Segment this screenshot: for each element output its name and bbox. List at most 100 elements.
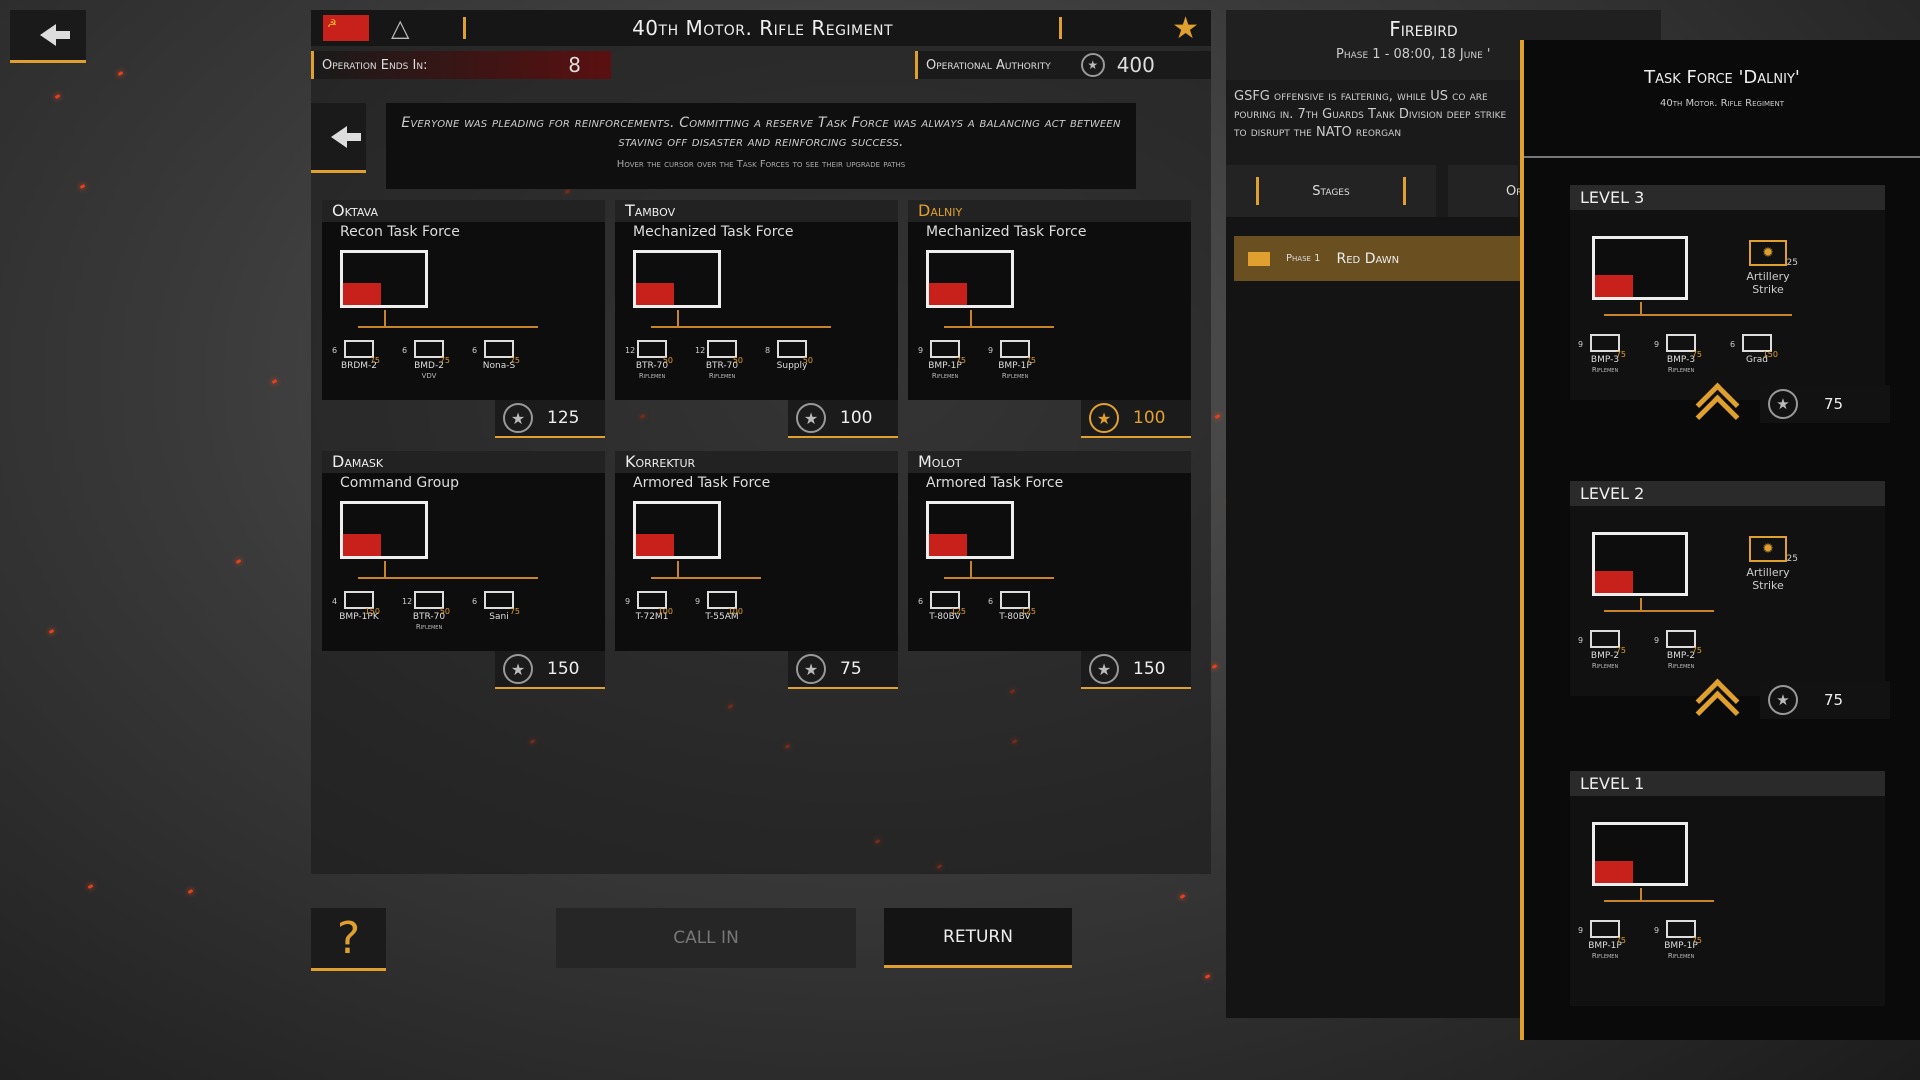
tab-stages[interactable]: Stages xyxy=(1226,165,1436,217)
laurel-star-icon: ★ xyxy=(1089,654,1119,684)
panel-back-button[interactable] xyxy=(311,103,366,173)
unit-count: 12 xyxy=(402,597,413,606)
unit-sub: Riflemen xyxy=(415,623,443,631)
unit-bmp-1pk[interactable]: 4 150 BMP-1PK xyxy=(330,591,388,622)
regiment-title: 40th Motor. Rifle Regiment xyxy=(632,16,894,40)
upgrade-row[interactable]: ★ 75 xyxy=(1690,679,1890,719)
nato-unit-symbol xyxy=(633,501,721,559)
unit-points: 50 xyxy=(732,356,743,365)
unit-bmp-2[interactable]: 9 75 BMP-2 Riflemen xyxy=(1576,630,1634,671)
intro-box: Everyone was pleading for reinforcements… xyxy=(386,103,1136,189)
upgrade-level-3: LEVEL 3 9 75 BMP-3 Riflemen 9 75 BMP-3 R… xyxy=(1570,185,1890,423)
unit-sub: Riflemen xyxy=(1001,372,1029,380)
header-separator-right xyxy=(1059,17,1063,39)
task-force-card-korrektur[interactable]: Korrektur Armored Task Force 9 100 T-72M… xyxy=(615,451,898,689)
task-force-cost-value: 75 xyxy=(840,659,862,679)
call-in-button[interactable]: CALL IN xyxy=(556,908,856,968)
unit-btr-70[interactable]: 12 50 BTR-70 Riflemen xyxy=(623,340,681,381)
task-force-card-dalniy[interactable]: Dalniy Mechanized Task Force 9 75 BMP-1P… xyxy=(908,200,1191,438)
unit-count: 9 xyxy=(1654,340,1660,349)
task-force-cost: ★ 100 xyxy=(1081,400,1191,438)
task-force-card-tambov[interactable]: Tambov Mechanized Task Force 12 50 BTR-7… xyxy=(615,200,898,438)
task-force-type: Mechanized Task Force xyxy=(926,224,1087,240)
back-button[interactable] xyxy=(10,10,86,63)
unit-t-80bv[interactable]: 6 125 T-80BV xyxy=(986,591,1044,622)
task-force-card-damask[interactable]: Damask Command Group 4 150 BMP-1PK 12 50… xyxy=(322,451,605,689)
unit-count: 6 xyxy=(1730,340,1736,349)
unit-count: 9 xyxy=(695,597,701,606)
unit-points: 50 xyxy=(662,356,673,365)
unit-btr-70[interactable]: 12 50 BTR-70 Riflemen xyxy=(693,340,751,381)
unit-count: 6 xyxy=(988,597,994,606)
unit-count: 12 xyxy=(625,346,636,355)
nato-unit-symbol xyxy=(1592,236,1688,300)
unit-sub: Riflemen xyxy=(1667,662,1695,670)
regiment-header: △ 40th Motor. Rifle Regiment ★ xyxy=(311,10,1211,46)
nato-unit-symbol xyxy=(926,501,1014,559)
phase-name: Red Dawn xyxy=(1336,250,1400,267)
unit-count: 9 xyxy=(1654,636,1660,645)
support-artillery[interactable]: ✹ 25 Artillery Strike xyxy=(1738,536,1798,592)
unit-t-72m1[interactable]: 9 100 T-72M1 xyxy=(623,591,681,622)
authority-value: 400 xyxy=(1116,53,1155,77)
unit-points: 150 xyxy=(1762,350,1778,359)
tf-detail-subtitle: 40th Motor. Rifle Regiment xyxy=(1660,98,1784,109)
phase-row[interactable]: Phase 1 Red Dawn xyxy=(1234,236,1526,281)
unit-points: 50 xyxy=(439,607,450,616)
favorite-star-icon[interactable]: ★ xyxy=(1172,11,1199,46)
nato-unit-symbol xyxy=(926,250,1014,308)
unit-count: 9 xyxy=(1578,926,1584,935)
unit-t-80bv[interactable]: 6 125 T-80BV xyxy=(916,591,974,622)
tab-other[interactable]: Or xyxy=(1448,165,1523,217)
unit-points: 75 xyxy=(1615,646,1626,655)
support-points: 25 xyxy=(1786,258,1798,268)
unit-bmp-3[interactable]: 9 75 BMP-3 Riflemen xyxy=(1652,334,1710,375)
task-force-name: Dalniy xyxy=(908,200,1191,222)
laurel-star-icon: ★ xyxy=(1089,403,1119,433)
unit-bmp-1p[interactable]: 9 75 BMP-1P Riflemen xyxy=(986,340,1044,381)
envelope-icon xyxy=(1248,251,1270,266)
authority-label: Operational Authority xyxy=(926,57,1051,73)
task-force-cost-value: 150 xyxy=(547,659,580,679)
unit-count: 9 xyxy=(1578,340,1584,349)
return-button[interactable]: RETURN xyxy=(884,908,1072,968)
unit-supply[interactable]: 8 50 Supply xyxy=(763,340,821,371)
unit-bmp-1p[interactable]: 9 75 BMP-1P Riflemen xyxy=(1652,920,1710,961)
task-force-card-oktava[interactable]: Oktava Recon Task Force 6 75 BRDM-2 6 75… xyxy=(322,200,605,438)
unit-bmp-3[interactable]: 9 75 BMP-3 Riflemen xyxy=(1576,334,1634,375)
help-button[interactable]: ? xyxy=(311,908,386,971)
unit-bmd-2[interactable]: 6 75 BMD-2 VDV xyxy=(400,340,458,381)
task-force-name: Damask xyxy=(322,451,605,473)
laurel-star-icon: ★ xyxy=(796,403,826,433)
unit-t-55am[interactable]: 9 100 T-55AM xyxy=(693,591,751,622)
unit-bmp-1p[interactable]: 9 75 BMP-1P Riflemen xyxy=(916,340,974,381)
task-force-cost-value: 100 xyxy=(840,408,873,428)
unit-btr-70[interactable]: 12 50 BTR-70 Riflemen xyxy=(400,591,458,632)
unit-bmp-1p[interactable]: 9 75 BMP-1P Riflemen xyxy=(1576,920,1634,961)
laurel-star-icon: ★ xyxy=(1768,685,1798,715)
unit-bmp-2[interactable]: 9 75 BMP-2 Riflemen xyxy=(1652,630,1710,671)
unit-count: 9 xyxy=(1578,636,1584,645)
unit-sub: Riflemen xyxy=(638,372,666,380)
unit-points: 75 xyxy=(509,356,520,365)
upgrade-row[interactable]: ★ 75 xyxy=(1690,383,1890,423)
unit-grad[interactable]: 6 150 Grad xyxy=(1728,334,1786,365)
operational-authority: Operational Authority ★ 400 xyxy=(915,51,1211,79)
task-force-card-molot[interactable]: Molot Armored Task Force 6 125 T-80BV 6 … xyxy=(908,451,1191,689)
unit-points: 75 xyxy=(1691,350,1702,359)
unit-brdm-2[interactable]: 6 75 BRDM-2 xyxy=(330,340,388,371)
unit-sani[interactable]: 6 75 Sani xyxy=(470,591,528,622)
unit-nona-s[interactable]: 6 75 Nona-S xyxy=(470,340,528,371)
level-label: LEVEL 3 xyxy=(1570,185,1885,210)
operation-ends-value: 8 xyxy=(568,53,581,77)
unit-count: 9 xyxy=(625,597,631,606)
support-artillery[interactable]: ✹ 25 Artillery Strike xyxy=(1738,240,1798,296)
task-force-cost: ★ 75 xyxy=(788,651,898,689)
task-force-name: Oktava xyxy=(322,200,605,222)
phase-label: Phase 1 xyxy=(1286,253,1321,264)
task-force-detail-panel: Task Force 'Dalniy' 40th Motor. Rifle Re… xyxy=(1520,40,1920,1040)
nato-unit-symbol xyxy=(1592,532,1688,596)
level-label: LEVEL 1 xyxy=(1570,771,1885,796)
unit-points: 125 xyxy=(1020,607,1036,616)
unit-points: 75 xyxy=(1615,936,1626,945)
